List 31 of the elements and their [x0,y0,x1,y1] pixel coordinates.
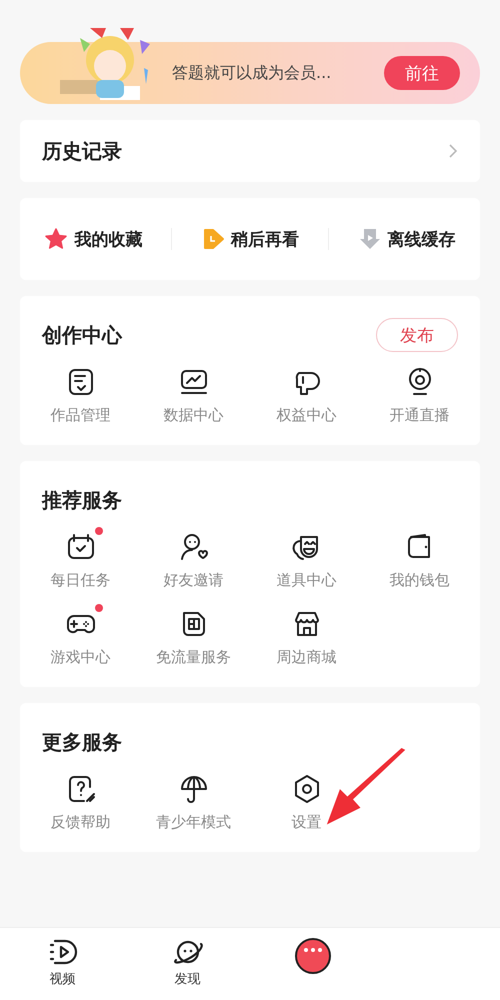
nav-label[interactable]: 发现 [174,970,200,988]
service-label[interactable]: 我的钱包 [390,571,450,590]
service-label[interactable]: 设置 [292,813,322,832]
service-label[interactable]: 权益中心 [276,406,336,425]
star-icon [44,227,68,251]
service-label[interactable]: 好友邀请 [164,571,224,590]
history-row[interactable]: 历史记录 [20,120,480,182]
promo-text: 答题就可以成为会员... [172,62,332,84]
chat-icon[interactable] [292,936,332,976]
shortcut-label[interactable]: 离线缓存 [388,228,456,250]
service-label[interactable]: 青少年模式 [156,813,231,832]
service-label[interactable]: 游戏中心 [50,648,110,667]
shortcut-label[interactable]: 稍后再看 [230,228,299,250]
nav-label[interactable]: 视频 [50,970,76,988]
service-label[interactable]: 数据中心 [164,406,224,425]
section-title: 更多服务 [42,728,122,756]
chevron-icon [448,143,458,159]
download-icon [358,227,382,251]
history-title: 历史记录 [42,138,122,164]
section-title: 创作中心 [42,322,122,348]
service-label[interactable]: 开通直播 [390,406,450,425]
service-label[interactable]: 周边商城 [276,648,336,667]
publish-button[interactable]: 发布 [376,318,458,352]
shortcut-label[interactable]: 我的收藏 [74,228,142,250]
service-label[interactable]: 作品管理 [50,406,110,425]
section-title: 推荐服务 [42,486,122,514]
service-label[interactable]: 反馈帮助 [50,813,110,832]
service-label[interactable]: 免流量服务 [156,648,231,667]
service-label[interactable]: 道具中心 [276,571,336,590]
service-label[interactable]: 每日任务 [50,571,110,590]
go-button[interactable]: 前往 [384,56,460,90]
